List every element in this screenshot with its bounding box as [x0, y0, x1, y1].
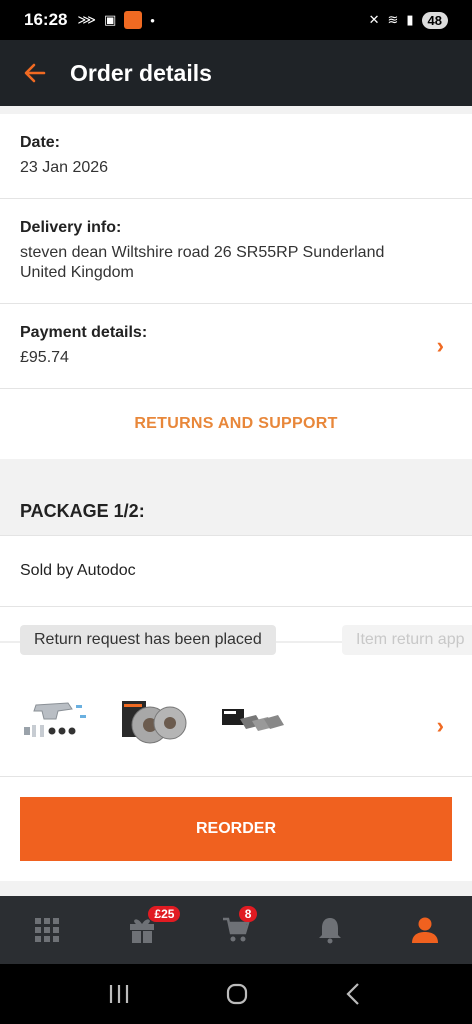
rewards-badge: £25 [148, 906, 181, 922]
back-nav-icon[interactable] [344, 982, 364, 1006]
nav-cart[interactable]: 8 [189, 896, 283, 964]
reorder-container: REORDER [0, 777, 472, 881]
signal-icon: ▮ [406, 12, 414, 27]
chevron-right-icon: › [436, 712, 444, 738]
status-system-icons: ✕ ≋ ▮ 48 [368, 11, 448, 29]
page-title: Order details [70, 59, 212, 86]
nav-notifications[interactable] [283, 896, 377, 964]
screenshot-icon: ▣ [103, 12, 117, 27]
reorder-button[interactable]: REORDER [20, 797, 452, 861]
nav-catalog[interactable] [0, 896, 94, 964]
package-products-row[interactable]: › [0, 675, 472, 777]
returns-and-support-link[interactable]: RETURNS AND SUPPORT [0, 389, 472, 459]
home-icon[interactable] [225, 982, 249, 1006]
grid-icon [35, 918, 60, 942]
return-status-tracker[interactable]: Return request has been placed Item retu… [0, 607, 472, 675]
profile-icon [411, 917, 438, 943]
app-bar: Order details [0, 40, 472, 106]
battery-indicator: 48 [421, 11, 448, 29]
system-navigation-bar [0, 964, 472, 1024]
brake-discs-icon [122, 701, 187, 744]
date-label: Date: [20, 134, 61, 151]
cart-badge: 8 [238, 906, 258, 922]
delivery-row: Delivery info: steven dean Wiltshire roa… [0, 199, 472, 304]
recent-apps-icon[interactable] [108, 984, 130, 1004]
sold-by-label: Sold by Autodoc [0, 535, 472, 607]
bottom-navigation: £25 8 [0, 896, 472, 964]
order-details-content[interactable]: Date: 23 Jan 2026 Delivery info: steven … [0, 106, 472, 896]
brake-pads-icon [222, 709, 284, 731]
order-info-card: Date: 23 Jan 2026 Delivery info: steven … [0, 114, 472, 459]
date-value: 23 Jan 2026 [20, 159, 109, 176]
date-row: Date: 23 Jan 2026 [0, 114, 472, 199]
delivery-label: Delivery info: [20, 219, 122, 236]
status-time: 16:28 [24, 10, 68, 29]
status-step-current: Return request has been placed [20, 625, 276, 655]
brake-caliper-bracket-kit-icon [24, 702, 86, 737]
payment-label: Payment details: [20, 324, 148, 341]
delivery-value: steven dean Wiltshire road 26 SR55RP Sun… [20, 244, 385, 281]
status-bar: 16:28 ⋙ ▣ • ✕ ≋ ▮ 48 [0, 0, 472, 40]
bell-icon [319, 918, 342, 944]
nav-profile[interactable] [378, 896, 472, 964]
call-forward-icon: ⋙ [77, 12, 96, 27]
chevron-right-icon: › [436, 333, 444, 358]
nav-rewards[interactable]: £25 [94, 896, 188, 964]
dot-icon: • [150, 12, 155, 28]
payment-value: £95.74 [20, 349, 69, 366]
package-header: PACKAGE 1/2: [0, 487, 472, 535]
status-notification-icons: ⋙ ▣ • [77, 11, 155, 29]
autodoc-app-icon [124, 11, 143, 29]
mute-icon: ✕ [368, 12, 380, 27]
back-arrow-icon[interactable] [22, 60, 48, 86]
status-step-next: Item return app [342, 625, 472, 655]
wifi-icon: ≋ [387, 12, 399, 27]
payment-details-row[interactable]: Payment details: £95.74 › [0, 304, 472, 389]
